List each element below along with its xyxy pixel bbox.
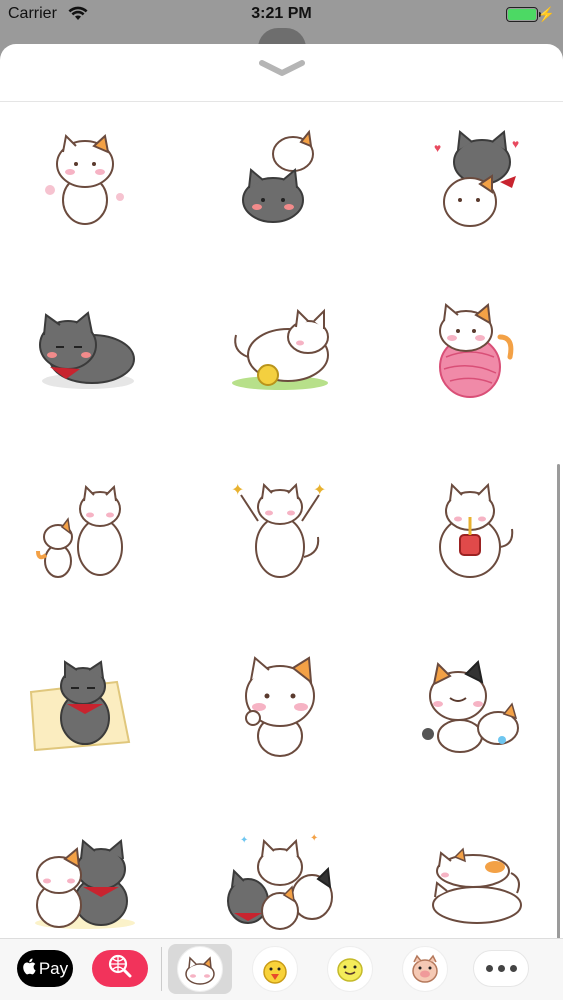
sticker-cat-couple[interactable] [5, 807, 165, 957]
charging-icon: ⚡ [537, 6, 555, 22]
chick-sticker-app-icon [252, 946, 298, 992]
sticker-cat-blushing[interactable] [200, 632, 360, 782]
sticker-cat-with-ball[interactable] [200, 277, 360, 427]
svg-text:✦: ✦ [313, 482, 326, 499]
sticker-cat-waving[interactable] [5, 102, 165, 252]
more-icon-dot [485, 965, 493, 972]
chevron-down-icon[interactable] [258, 59, 306, 82]
app-drawer: Pay [0, 938, 563, 1000]
app-duck-sticker[interactable] [318, 944, 382, 994]
sheet-header [0, 44, 563, 102]
apple-pay-label: Pay [38, 958, 69, 978]
apple-icon [22, 958, 36, 980]
sticker-cats-stacked[interactable] [395, 807, 555, 957]
more-icon-dot [497, 965, 505, 972]
battery-icon [506, 7, 541, 22]
sticker-sheet: ♥ ♥ ✦ ✦ ✦ ✦ Pay [0, 44, 563, 1000]
sticker-gray-cat-lying[interactable] [5, 277, 165, 427]
svg-text:✦: ✦ [310, 833, 318, 844]
globe-search-icon [107, 953, 133, 984]
svg-text:✦: ✦ [240, 835, 248, 846]
more-button[interactable] [473, 950, 529, 987]
svg-text:♥: ♥ [434, 141, 441, 155]
pig-sticker-app-icon [402, 946, 448, 992]
sticker-cat-on-yarn[interactable] [395, 277, 555, 427]
sticker-cats-greeting[interactable] [5, 457, 165, 607]
sticker-cat-hug-gray[interactable] [200, 102, 360, 252]
sticker-cat-cheering[interactable]: ✦ ✦ [200, 457, 360, 607]
sticker-grid: ♥ ♥ ✦ ✦ ✦ ✦ [0, 102, 563, 994]
sticker-gray-cat-sofa[interactable] [5, 632, 165, 782]
app-chick-sticker[interactable] [243, 944, 307, 994]
clock: 3:21 PM [251, 5, 312, 22]
duck-sticker-app-icon [327, 946, 373, 992]
cat-sticker-app-icon [177, 946, 223, 992]
sticker-cat-group[interactable]: ✦ ✦ [200, 807, 360, 957]
more-icon-dot [509, 965, 517, 972]
sticker-cat-drinking[interactable] [395, 457, 555, 607]
apple-pay-button[interactable]: Pay [17, 950, 73, 987]
globe-search-button[interactable] [92, 950, 148, 987]
svg-text:♥: ♥ [512, 137, 519, 151]
svg-text:✦: ✦ [231, 482, 244, 499]
scrollbar[interactable] [557, 464, 560, 994]
sticker-calico-cat-with-kitten[interactable] [395, 632, 555, 782]
sticker-cat-hearts[interactable]: ♥ ♥ [395, 102, 555, 252]
app-cat-sticker[interactable] [168, 944, 232, 994]
status-bar: Carrier 3:21 PM ⚡ [0, 0, 563, 30]
app-pig-sticker[interactable] [393, 944, 457, 994]
divider [161, 947, 162, 991]
